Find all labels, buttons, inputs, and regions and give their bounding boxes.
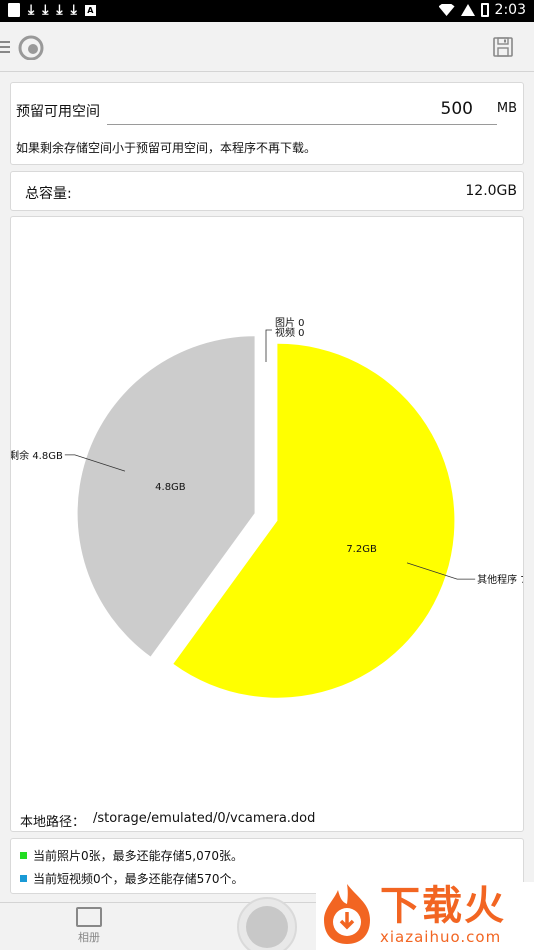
camera-logo-icon xyxy=(18,35,44,60)
download-icon: ⤓ xyxy=(70,2,77,18)
local-path: 本地路径： /storage/emulated/0/vcamera.dod xyxy=(20,811,315,830)
slice-value-label-2: 7.2GB xyxy=(346,544,377,555)
reserve-space-value[interactable]: 500 xyxy=(441,99,473,119)
slice-name-2: 其他程序 7... xyxy=(477,573,523,586)
storage-pie-chart: 图片 0视频 07.2GB其他程序 7...4.8GB剩余 4.8GB xyxy=(11,316,523,698)
slice-value-label-3: 4.8GB xyxy=(155,482,186,493)
reserve-space-input[interactable]: 500 xyxy=(107,95,497,125)
watermark: 下载火 xiazaihuo.com xyxy=(316,882,534,950)
download-icon: ⤓ xyxy=(56,2,63,18)
status-time: 2:03 xyxy=(494,2,526,18)
reserve-space-unit: MB xyxy=(496,101,517,116)
total-capacity-value: 12.0GB xyxy=(465,183,517,199)
download-icon: ⤓ xyxy=(42,2,49,18)
reserve-space-label: 预留可用空间 xyxy=(16,104,100,120)
app-notification-icon: A xyxy=(84,4,96,16)
video-camera-icon xyxy=(246,906,288,948)
photo-color-dot xyxy=(20,852,27,859)
signal-icon xyxy=(460,4,475,16)
download-icon: ⤓ xyxy=(28,2,35,18)
flame-logo-icon xyxy=(324,884,370,944)
total-capacity-label: 总容量: xyxy=(25,186,72,202)
album-label: 相册 xyxy=(78,931,100,944)
watermark-brand: 下载火 xyxy=(380,883,506,929)
app-toolbar xyxy=(0,22,534,72)
slice-name-1: 视频 0 xyxy=(275,326,305,339)
record-button[interactable] xyxy=(237,897,297,950)
reserve-space-card: 预留可用空间 500 MB 如果剩余存储空间小于预留可用空间，本程序不再下载。 xyxy=(10,82,524,165)
local-path-value: /storage/emulated/0/vcamera.dod xyxy=(93,811,316,826)
notification-icon xyxy=(8,3,20,17)
album-tab[interactable]: 相册 xyxy=(70,907,108,945)
save-icon[interactable] xyxy=(492,36,514,58)
zero-slice-leader xyxy=(265,329,272,362)
video-info-row: 当前短视频0个，最多还能存储570个。 xyxy=(20,870,244,887)
photo-info-row: 当前照片0张，最多还能存储5,070张。 xyxy=(20,847,243,864)
video-info-text: 当前短视频0个，最多还能存储570个。 xyxy=(33,872,244,886)
reserve-space-hint: 如果剩余存储空间小于预留可用空间，本程序不再下载。 xyxy=(16,141,317,155)
video-color-dot xyxy=(20,875,27,882)
local-path-label: 本地路径： xyxy=(20,815,86,830)
photo-info-text: 当前照片0张，最多还能存储5,070张。 xyxy=(33,849,243,863)
slice-name-3: 剩余 4.8GB xyxy=(11,449,63,462)
wifi-icon xyxy=(438,4,455,16)
album-icon xyxy=(76,907,102,927)
total-capacity-card: 总容量: 12.0GB xyxy=(10,171,524,211)
status-bar: ⤓ ⤓ ⤓ ⤓ A 2:03 xyxy=(0,0,534,22)
menu-icon[interactable] xyxy=(0,41,10,53)
battery-icon xyxy=(480,3,489,17)
watermark-url: xiazaihuo.com xyxy=(380,928,502,946)
storage-chart-card: 图片 0视频 07.2GB其他程序 7...4.8GB剩余 4.8GB 本地路径… xyxy=(10,216,524,832)
